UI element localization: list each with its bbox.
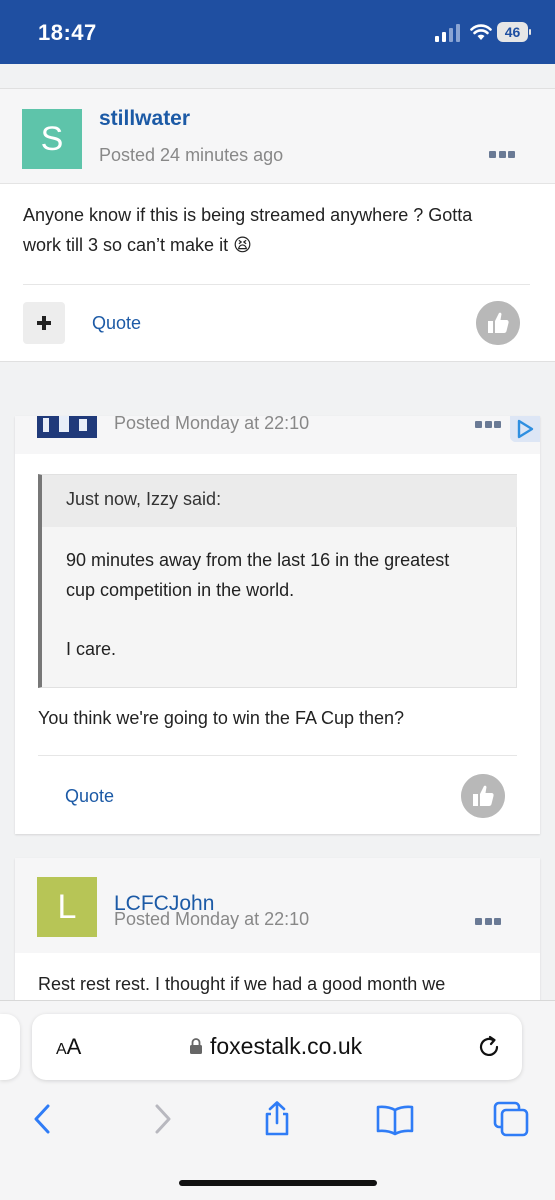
quote-attribution[interactable]: Just now, Izzy said: bbox=[66, 489, 221, 510]
post-card: L LCFCJohn Posted Monday at 22:10 Rest r… bbox=[15, 858, 540, 1008]
quote-text: 90 minutes away from the last 16 in the … bbox=[66, 550, 450, 600]
previous-tab-preview[interactable] bbox=[0, 1014, 20, 1080]
quote-button[interactable]: Quote bbox=[65, 786, 114, 807]
quote-text: I care. bbox=[66, 639, 117, 659]
divider bbox=[23, 284, 530, 285]
blockquote: Just now, Izzy said: 90 minutes away fro… bbox=[38, 474, 517, 688]
avatar[interactable] bbox=[37, 416, 97, 438]
avatar[interactable]: S bbox=[22, 109, 82, 169]
wifi-icon bbox=[470, 24, 492, 40]
post-card: S stillwater Posted 24 minutes ago Anyon… bbox=[0, 88, 555, 362]
post-content: Anyone know if this is being streamed an… bbox=[23, 205, 473, 255]
post-timestamp[interactable]: Posted Monday at 22:10 bbox=[114, 909, 309, 930]
more-options-icon[interactable] bbox=[475, 421, 501, 429]
divider bbox=[38, 755, 517, 756]
post-timestamp[interactable]: Posted 24 minutes ago bbox=[99, 145, 283, 166]
battery-level: 46 bbox=[497, 22, 528, 42]
reload-icon[interactable] bbox=[476, 1034, 502, 1060]
post-timestamp[interactable]: Posted Monday at 22:10 bbox=[114, 413, 309, 434]
more-options-icon[interactable] bbox=[489, 151, 515, 159]
battery-icon: 46 bbox=[497, 22, 531, 42]
thumbs-up-icon[interactable] bbox=[461, 774, 505, 818]
post-header: Posted Monday at 22:10 bbox=[15, 413, 540, 454]
quote-button[interactable]: Quote bbox=[92, 313, 141, 334]
back-icon[interactable] bbox=[26, 1101, 62, 1137]
address-bar[interactable]: AA foxestalk.co.uk bbox=[32, 1014, 522, 1080]
post-content: Rest rest rest. I thought if we had a go… bbox=[38, 974, 446, 994]
status-time: 18:47 bbox=[38, 20, 97, 45]
thumbs-up-icon[interactable] bbox=[476, 301, 520, 345]
url-text[interactable]: foxestalk.co.uk bbox=[210, 1033, 362, 1060]
multiquote-plus-button[interactable] bbox=[23, 302, 65, 344]
home-indicator bbox=[179, 1180, 377, 1186]
quote-header: Just now, Izzy said: bbox=[42, 475, 517, 527]
author-name[interactable]: stillwater bbox=[99, 107, 190, 131]
post-header: S stillwater Posted 24 minutes ago bbox=[0, 89, 555, 184]
text-size-button[interactable]: AA bbox=[56, 1034, 81, 1060]
post-content: You think we're going to win the FA Cup … bbox=[38, 708, 405, 728]
share-icon[interactable] bbox=[259, 1101, 295, 1137]
tabs-icon[interactable] bbox=[493, 1101, 529, 1137]
lock-icon bbox=[190, 1038, 202, 1054]
forward-icon[interactable] bbox=[145, 1101, 181, 1137]
ad-choices-icon[interactable] bbox=[510, 416, 540, 442]
status-bar: 18:47 46 bbox=[0, 0, 555, 64]
post-card: Posted Monday at 22:10 Just now, Izzy sa… bbox=[15, 413, 540, 834]
more-options-icon[interactable] bbox=[475, 918, 501, 926]
signal-icon bbox=[435, 24, 460, 42]
avatar[interactable]: L bbox=[37, 877, 97, 937]
browser-bottom-bar: AA foxestalk.co.uk bbox=[0, 1000, 555, 1200]
post-header: L LCFCJohn Posted Monday at 22:10 bbox=[15, 858, 540, 953]
bookmarks-icon[interactable] bbox=[375, 1101, 415, 1137]
